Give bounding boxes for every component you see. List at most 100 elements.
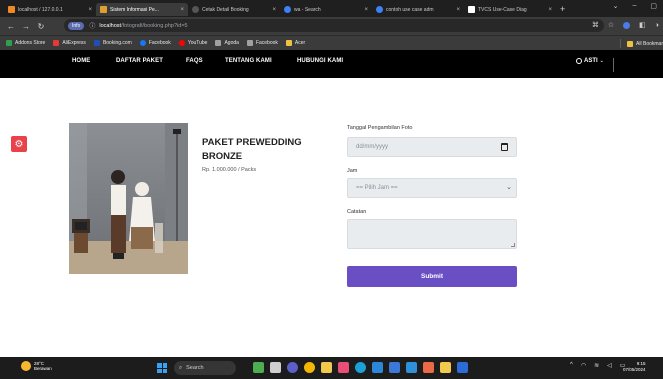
- os-taskbar: 28°C Berawan ⌕ Search ^ ◠ ≋ ◁ ▭ 9:15 07/0…: [0, 357, 663, 379]
- folder-icon: [627, 40, 634, 47]
- all-bookmarks-button[interactable]: All Bookmar: [620, 39, 663, 48]
- bookmark-label: Booking.com: [102, 40, 132, 46]
- calendar-icon[interactable]: [501, 143, 508, 151]
- bookmark-booking[interactable]: Booking.com: [93, 40, 132, 46]
- tab-close-icon[interactable]: ×: [456, 7, 460, 13]
- chevron-down-icon[interactable]: ⌄: [613, 2, 619, 10]
- bookmark-acer[interactable]: Acer: [285, 40, 305, 46]
- user-name: ASTI: [584, 58, 598, 64]
- user-dropdown[interactable]: ASTI ⌄: [576, 50, 604, 72]
- nav-faqs[interactable]: FAQS: [186, 50, 203, 72]
- back-button[interactable]: ←: [7, 22, 15, 31]
- chrome-icon[interactable]: [304, 362, 315, 373]
- time-select[interactable]: == Pilih Jam == ⌄: [347, 178, 517, 198]
- translate-icon[interactable]: ⌘: [592, 21, 599, 29]
- bookmark-label: AliExpress: [62, 40, 86, 46]
- notes-textarea[interactable]: [347, 219, 517, 249]
- new-tab-button[interactable]: +: [560, 4, 565, 14]
- site-info-chip[interactable]: Info: [68, 21, 85, 30]
- tab-sistem-informasi[interactable]: Sistem Informasi Pe... ×: [96, 3, 188, 16]
- search-icon: [284, 6, 291, 13]
- nav-daftar-paket[interactable]: DAFTAR PAKET: [116, 50, 163, 72]
- page-icon: [100, 6, 107, 13]
- tab-wa-search[interactable]: wa - Search ×: [280, 3, 372, 16]
- package-photo: [69, 123, 188, 274]
- taskview-icon[interactable]: [270, 362, 281, 373]
- app-icon[interactable]: [338, 362, 349, 373]
- booking-icon: [93, 40, 100, 46]
- divider: [620, 39, 622, 48]
- star-icon[interactable]: ☆: [608, 21, 614, 29]
- tab-close-icon[interactable]: ×: [364, 7, 368, 13]
- window-controls: ⌄ – ▢: [613, 2, 657, 10]
- tab-tvcs-diagram[interactable]: TVCS Use-Case Diag ×: [464, 3, 556, 16]
- system-tray: ^ ◠ ≋ ◁ ▭: [570, 362, 625, 369]
- url-text[interactable]: localhost/fotografi/booking.php?id=5: [99, 23, 187, 29]
- clock-time: 9:15: [636, 361, 646, 366]
- bookmark-addons-store[interactable]: Addons Store: [6, 40, 45, 46]
- tab-close-icon[interactable]: ×: [272, 7, 276, 13]
- sidebar-icon[interactable]: ◧: [639, 21, 646, 29]
- profile-icon[interactable]: ◑: [655, 22, 659, 29]
- user-icon: [576, 58, 582, 64]
- maximize-button[interactable]: ▢: [650, 2, 657, 10]
- youtube-icon: [178, 40, 185, 46]
- weather-widget[interactable]: 28°C Berawan: [21, 361, 52, 371]
- bookmark-youtube[interactable]: YouTube: [178, 40, 207, 46]
- bookmark-aliexpress[interactable]: AliExpress: [53, 40, 86, 46]
- clock[interactable]: 9:15 07/05/2024: [623, 361, 646, 373]
- nav-home[interactable]: HOME: [72, 50, 90, 72]
- files-icon[interactable]: [321, 362, 332, 373]
- all-bookmarks-label: All Bookmar: [636, 40, 663, 47]
- chevron-up-icon[interactable]: ^: [570, 362, 573, 369]
- network-icon[interactable]: ◠: [581, 362, 586, 369]
- wifi-icon[interactable]: ≋: [594, 362, 599, 369]
- minimize-button[interactable]: –: [632, 2, 636, 10]
- bookmark-facebook-2[interactable]: Facebook: [246, 40, 278, 46]
- facebook-icon: [139, 40, 146, 46]
- settings-button[interactable]: ⚙: [11, 136, 27, 152]
- search-placeholder: Search: [186, 365, 204, 371]
- chevron-down-icon: ⌄: [599, 58, 604, 64]
- nav-hubungi-kami[interactable]: HUBUNGI KAMI: [297, 50, 343, 72]
- taskbar-search[interactable]: ⌕ Search: [174, 361, 236, 375]
- tab-contoh-use-case[interactable]: contoh use case adm ×: [372, 3, 464, 16]
- resize-handle[interactable]: [511, 243, 515, 247]
- tab-label: wa - Search: [294, 6, 321, 13]
- info-icon[interactable]: ⓘ: [89, 21, 95, 30]
- store-icon[interactable]: [389, 362, 400, 373]
- tab-localhost[interactable]: localhost / 127.0.0.1 ×: [4, 3, 96, 16]
- package-price: Rp. 1.000.000 / Packs: [202, 167, 257, 173]
- notes-label: Catatan: [347, 209, 367, 215]
- address-bar[interactable]: Info ⓘ localhost/fotografi/booking.php?i…: [64, 19, 604, 32]
- search-icon: ⌕: [179, 364, 183, 371]
- chat-icon[interactable]: [287, 362, 298, 373]
- bookmark-facebook[interactable]: Facebook: [139, 40, 171, 46]
- calculator-icon[interactable]: [406, 362, 417, 373]
- mail-icon[interactable]: [372, 362, 383, 373]
- reload-button[interactable]: ↻: [37, 22, 45, 31]
- nav-tentang-kami[interactable]: TENTANG KAMI: [225, 50, 272, 72]
- tab-cetak-detail[interactable]: Cetak Detail Booking ×: [188, 3, 280, 16]
- bookmark-agoda[interactable]: Agoda: [215, 40, 239, 46]
- bookmark-label: Facebook: [255, 40, 278, 46]
- windows-start-button[interactable]: [157, 363, 167, 373]
- submit-button[interactable]: Submit: [347, 266, 517, 287]
- package-title: PAKET PREWEDDING BRONZE: [202, 137, 302, 162]
- extension-icon[interactable]: [623, 21, 631, 29]
- address-toolbar: ← → ↻ Info ⓘ localhost/fotografi/booking…: [0, 17, 663, 35]
- tab-close-icon[interactable]: ×: [548, 7, 552, 13]
- forward-button[interactable]: →: [22, 22, 30, 31]
- volume-icon[interactable]: ◁: [607, 362, 612, 369]
- globe-icon: [192, 6, 199, 13]
- date-input[interactable]: dd/mm/yyyy: [347, 137, 517, 157]
- tab-close-icon[interactable]: ×: [180, 7, 184, 13]
- toolbar-actions: ⌘ ☆ ◧ ◑: [592, 21, 659, 29]
- photos-icon[interactable]: [423, 362, 434, 373]
- tab-close-icon[interactable]: ×: [88, 7, 92, 13]
- word-icon[interactable]: [457, 362, 468, 373]
- page-icon: [215, 40, 222, 46]
- media-icon[interactable]: [440, 362, 451, 373]
- widgets-icon[interactable]: [253, 362, 264, 373]
- edge-icon[interactable]: [355, 362, 366, 373]
